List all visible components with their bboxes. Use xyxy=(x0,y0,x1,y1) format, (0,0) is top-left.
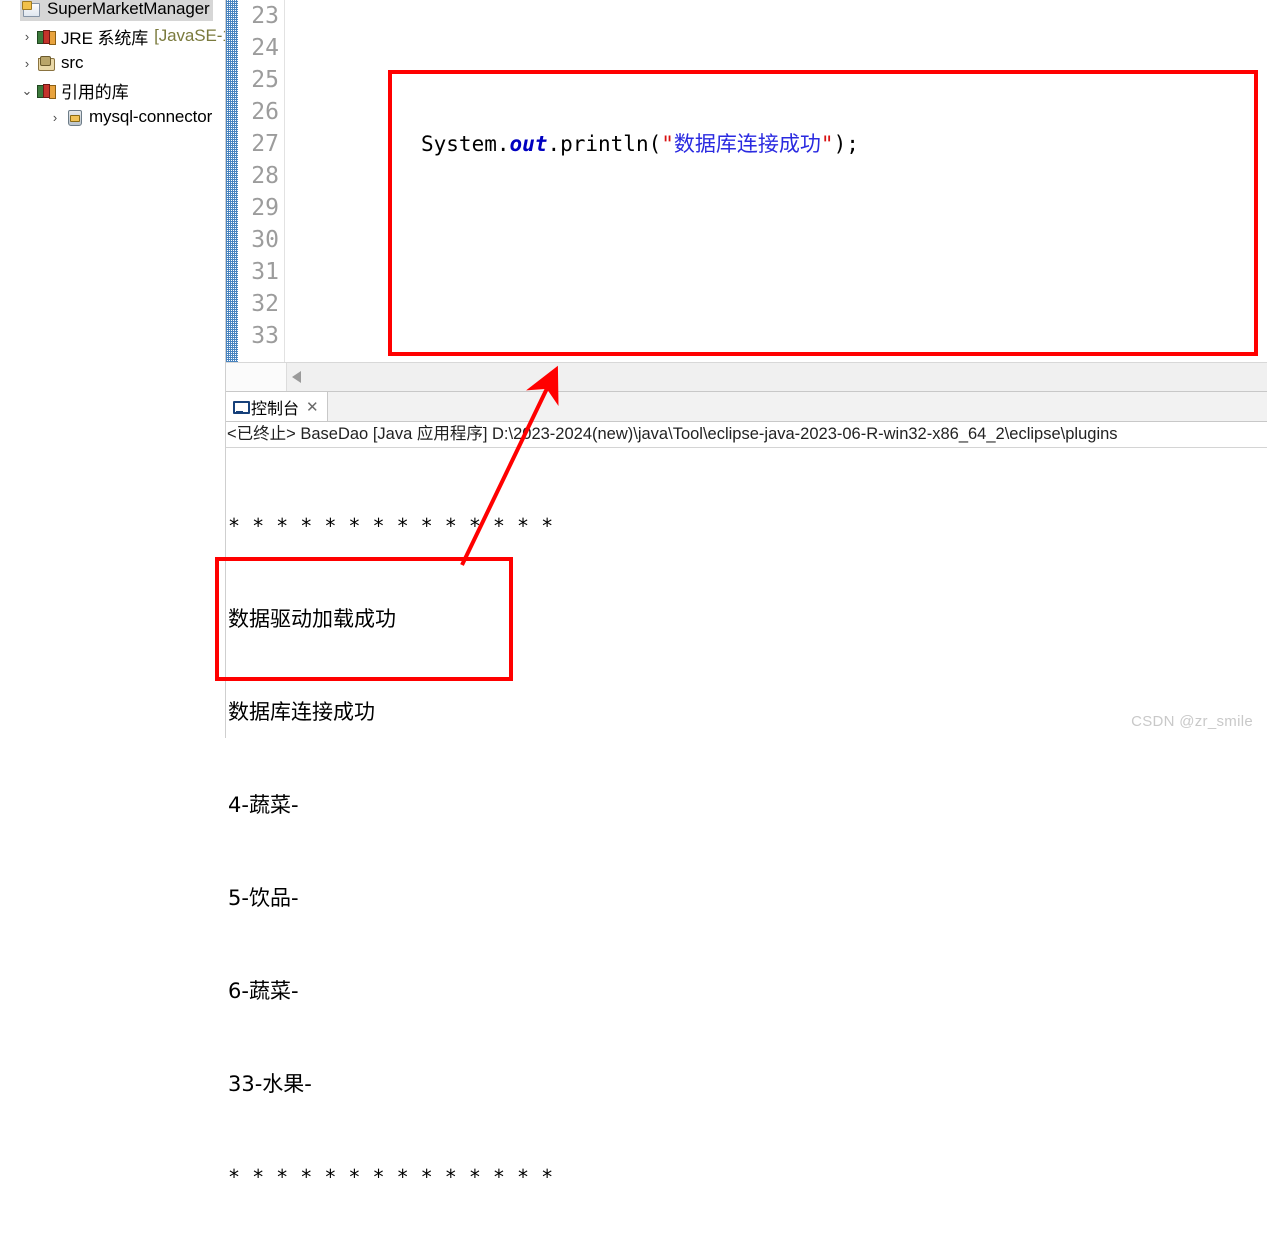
token-println: .println( xyxy=(547,132,662,156)
java-project-icon xyxy=(22,0,42,18)
line-number: 24 xyxy=(251,35,279,61)
token-dot: . xyxy=(496,132,510,156)
close-icon[interactable]: ✕ xyxy=(306,398,319,416)
scroll-left-arrow-icon[interactable] xyxy=(292,371,301,383)
code-text-area[interactable]: System.out.println("数据库连接成功"); String sq… xyxy=(285,0,1267,362)
token-quote: " xyxy=(820,132,834,156)
library-icon xyxy=(36,81,56,99)
line-number: 29 xyxy=(251,195,279,221)
console-output-line: 4-蔬菜- xyxy=(228,793,299,817)
line-number: 23 xyxy=(251,3,279,29)
csdn-watermark: CSDN @zr_smile xyxy=(1131,713,1253,730)
token-close: ); xyxy=(833,132,859,156)
line-number: 33 xyxy=(251,323,279,349)
line-number-gutter: 23 24 25 26 27 28 29 30 31 32 33 xyxy=(238,0,285,362)
line-number: 25 xyxy=(251,67,279,93)
tree-item-label: mysql-connector xyxy=(89,107,213,126)
console-output-line: 6-蔬菜- xyxy=(228,979,299,1003)
token-out: out xyxy=(509,132,548,156)
scrollbar-corner xyxy=(226,363,287,391)
console-output-line: 5-饮品- xyxy=(228,886,299,910)
line-number: 27 xyxy=(251,131,279,157)
line-number: 31 xyxy=(251,259,279,285)
console-output[interactable]: * * * * * * * * * * * * * * 数据驱动加载成功 数据库… xyxy=(226,449,1267,1189)
console-launch-config-line: <已终止> BaseDao [Java 应用程序] D:\2023-2024(n… xyxy=(226,421,1267,448)
tree-item-label: src xyxy=(61,53,84,72)
console-icon xyxy=(232,399,250,415)
code-editor-panel[interactable]: 23 24 25 26 27 28 29 30 31 32 33 System.… xyxy=(226,0,1267,362)
tree-item-src[interactable]: › src xyxy=(0,50,225,77)
console-output-line: 数据驱动加载成功 xyxy=(228,607,396,631)
line-number: 26 xyxy=(251,99,279,125)
chevron-down-icon[interactable]: ⌄ xyxy=(20,83,34,99)
tree-item-label: JRE 系统库 xyxy=(61,28,149,48)
code-line-23[interactable]: System.out.println("数据库连接成功"); xyxy=(285,128,1267,160)
chevron-right-icon[interactable]: › xyxy=(20,29,34,44)
tree-item-mysql-connector[interactable]: › mysql-connector xyxy=(0,104,225,131)
package-explorer-panel: SuperMarketManager › JRE 系统库 [JavaSE-1 ›… xyxy=(0,0,226,738)
chevron-right-icon[interactable]: › xyxy=(20,56,34,71)
tree-item-project[interactable]: SuperMarketManager xyxy=(0,0,225,23)
console-tab-bar: 控制台 ✕ xyxy=(226,392,1267,422)
token-system: System xyxy=(421,132,497,156)
console-output-line: * * * * * * * * * * * * * * xyxy=(228,1165,554,1189)
tree-item-sublabel: [JavaSE-1 xyxy=(154,26,226,45)
line-number: 32 xyxy=(251,291,279,317)
line-number: 28 xyxy=(251,163,279,189)
tab-console[interactable]: 控制台 ✕ xyxy=(226,392,328,421)
line-number: 30 xyxy=(251,227,279,253)
tree-item-referenced-libraries[interactable]: ⌄ 引用的库 xyxy=(0,77,225,104)
code-line-24[interactable] xyxy=(285,288,1267,320)
token-quote: " xyxy=(661,132,674,156)
editor-marker-strip[interactable] xyxy=(226,0,238,362)
console-tab-label: 控制台 xyxy=(251,400,300,418)
chevron-right-icon[interactable]: › xyxy=(48,110,62,125)
token-string-db-connected: 数据库连接成功 xyxy=(673,132,821,156)
tree-item-label: SuperMarketManager xyxy=(47,0,210,18)
library-icon xyxy=(36,27,56,45)
console-panel: 控制台 ✕ <已终止> BaseDao [Java 应用程序] D:\2023-… xyxy=(226,391,1267,1189)
editor-horizontal-scrollbar[interactable] xyxy=(226,362,1267,391)
eclipse-ide-window: SuperMarketManager › JRE 系统库 [JavaSE-1 ›… xyxy=(0,0,1267,1189)
source-folder-icon xyxy=(36,54,56,72)
jar-icon xyxy=(64,108,84,126)
console-output-line: * * * * * * * * * * * * * * xyxy=(228,514,554,538)
tree-item-label: 引用的库 xyxy=(61,82,129,102)
tree-item-jre-library[interactable]: › JRE 系统库 [JavaSE-1 xyxy=(0,23,225,50)
console-output-line: 33-水果- xyxy=(228,1072,312,1096)
console-output-line: 数据库连接成功 xyxy=(228,700,375,724)
